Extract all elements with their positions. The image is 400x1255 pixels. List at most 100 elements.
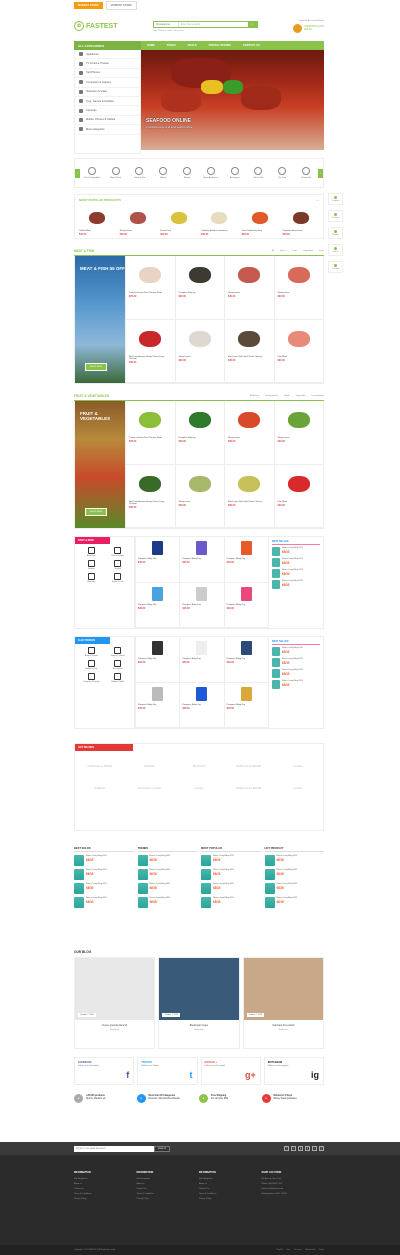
product-card[interactable]: Mal Condintenta Shrimp Three Loop Chicke… (125, 319, 175, 383)
product-card[interactable]: Fish Meat $40.00 (273, 319, 323, 383)
subcategory-tile[interactable]: Mobile & Tablet (105, 673, 132, 683)
footer-link[interactable]: Working Hours: 8:00 - 18:00 (262, 1193, 325, 1195)
subcategory-tile[interactable]: Accessories (105, 660, 132, 670)
product-image[interactable] (138, 639, 177, 657)
product-image[interactable] (160, 207, 197, 229)
product-image[interactable] (179, 404, 222, 436)
product-image[interactable] (201, 897, 211, 908)
blog-image[interactable]: October 7, 2016 (159, 958, 239, 1020)
brand-logo[interactable]: theProvince BAKE (75, 764, 125, 768)
tab-meat[interactable]: Crabs (292, 250, 297, 252)
social-box[interactable]: TWITTER Follow us on Twitter t (137, 1057, 198, 1085)
category-tile[interactable]: Gift & Gifts (247, 167, 271, 179)
meat-shop-now-button[interactable]: SHOP NOW (85, 363, 108, 371)
search-input[interactable]: Enter the keyword (179, 22, 248, 27)
product-image[interactable] (227, 539, 266, 557)
social-link-icon[interactable]: p (305, 1146, 310, 1151)
blog-post-title[interactable]: Donec gravida placerat (75, 1024, 154, 1027)
product-name[interactable]: Pampers Baby Dry (227, 604, 266, 606)
product-name[interactable]: Pampers Baby Dry (138, 604, 177, 606)
brand-logo[interactable]: envato (273, 764, 323, 768)
product-image[interactable] (264, 869, 275, 880)
brand-logo[interactable]: theProvince BAKE (224, 786, 274, 790)
product-name[interactable]: Pumpkin Baby fry (179, 292, 222, 294)
search-icon[interactable]: ⌕ (247, 21, 257, 27)
footer-link[interactable]: Terms & Conditions (74, 1193, 137, 1195)
product-image[interactable] (137, 855, 148, 866)
product-name[interactable]: Grilled Meat (79, 230, 116, 232)
product-image[interactable] (129, 404, 172, 436)
product-image[interactable] (120, 207, 157, 229)
blog-read-more[interactable]: Read more (75, 1029, 154, 1031)
category-tile[interactable]: Drinks & Tea (128, 167, 152, 179)
best-seller-item[interactable]: Fleece Crazy Bling 2013 ★★★★☆ $40.00 (272, 569, 320, 578)
social-link-icon[interactable]: i (312, 1146, 317, 1151)
subcategory-tile[interactable]: Audio & Sound (78, 647, 105, 657)
product-card[interactable]: Turkey chicken Fish Pierone Ram $70.00 (125, 401, 175, 465)
product-card[interactable]: Pumpkin Baby fry $40.00 (174, 401, 224, 465)
hero-banner[interactable]: SEAFOOD ONLINE a complete range of all f… (141, 50, 324, 154)
blog-post[interactable]: October 7, 2016 Vulputate frus pelletit Re… (242, 957, 324, 1049)
footer-link[interactable]: 6th Avenue, New York (262, 1178, 325, 1180)
tab-meat[interactable]: All (272, 250, 274, 252)
nav-special-offers[interactable]: SPECIAL OFFERS (202, 44, 236, 47)
product-name[interactable]: Mal Condintenta Shrimp Three Loop Chicke… (129, 356, 172, 360)
nav-contact[interactable]: CONTACT US (237, 44, 266, 47)
nav-pages[interactable]: PAGES (161, 44, 182, 47)
category-tile[interactable]: Beverages (223, 167, 247, 179)
blog-post[interactable]: October 7, 2016 Bleckingar ringue Read mor… (158, 957, 240, 1049)
store-tab-moment[interactable]: MOMENT STORE (105, 1, 137, 10)
product-name[interactable]: Fish Meat (278, 501, 321, 503)
product-card[interactable]: Sheep meat $40.00 (174, 464, 224, 528)
social-icon[interactable]: ig (311, 1070, 319, 1080)
brand-logo[interactable]: theProvince BAKE (224, 764, 274, 768)
side-rail-item[interactable]: Our Store (328, 210, 343, 222)
product-list-item[interactable]: Fleece Crazy Bling 2013 ★★★★☆ $40.00 (74, 883, 134, 894)
category-tile[interactable]: Home Appliances (199, 167, 223, 179)
product-image[interactable] (182, 539, 221, 557)
footer-link[interactable]: Privacy Policy (199, 1198, 262, 1200)
product-name[interactable]: Turkey chicken Fish Pierone Ram (129, 437, 172, 439)
product-list-item[interactable]: Fleece Crazy Bling 2013 ★★★★☆ $40.00 (264, 883, 325, 894)
best-seller-image[interactable] (272, 547, 280, 556)
product-image[interactable] (182, 585, 221, 603)
product-image[interactable] (242, 207, 279, 229)
cart[interactable]: 🛒 SHOPPING CART $00.00 (293, 23, 324, 33)
product-list-item[interactable]: Fleece Crazy Bling 2013 ★★★★☆ $40.00 (137, 855, 198, 866)
tab-meat[interactable]: Vegetables (303, 250, 313, 252)
footer-link[interactable]: About us (74, 1183, 137, 1185)
product-list-item[interactable]: Fleece Crazy Bling 2013 ★★★★☆ $40.00 (74, 869, 134, 880)
product-image[interactable] (228, 468, 271, 500)
blog-post[interactable]: October 7, 2016 Donec gravida placerat Rea… (74, 957, 156, 1049)
product-name[interactable]: Sheep meat (228, 437, 271, 439)
best-seller-item[interactable]: Fleece Crazy Bling 2013 ★★★★☆ $40.00 (272, 558, 320, 567)
social-box[interactable]: FACEBOOK Follow us on Facebook f (74, 1057, 135, 1085)
blog-image[interactable]: October 7, 2016 (75, 958, 155, 1020)
product-card[interactable]: Pampers Baby Dry $40.00 (135, 637, 180, 683)
product-name[interactable]: Sheep meat (228, 292, 271, 294)
blog-read-more[interactable]: Read more (244, 1029, 323, 1031)
product-card[interactable]: Sheep Head $40.00 (120, 207, 157, 236)
product-list-item[interactable]: Fleece Crazy Bling 2013 ★★★★☆ $40.00 (137, 883, 198, 894)
product-name[interactable]: Mal Lurtun Soft Shell Crab Chicken (228, 501, 271, 503)
product-image[interactable] (278, 404, 321, 436)
product-image[interactable] (278, 323, 321, 355)
product-image[interactable] (201, 855, 211, 866)
cart-icon[interactable]: 🛒 (293, 23, 303, 33)
blog-image[interactable]: October 7, 2016 (243, 958, 323, 1020)
footer-link[interactable]: Contact Us (74, 1188, 137, 1190)
product-list-item[interactable]: Fleece Crazy Bling 2013 ★★★★☆ $40.00 (264, 869, 325, 880)
subcategory-tile[interactable]: Baby Toys (78, 547, 105, 557)
store-tab-market[interactable]: MARKET STORE (74, 2, 103, 9)
footer-link[interactable]: About us (199, 1183, 262, 1185)
search-category-select[interactable]: All categories (154, 21, 179, 27)
best-seller-image[interactable] (272, 569, 280, 578)
best-seller-item[interactable]: Fleece Crazy Bling 2013 ★★★★☆ $40.00 (272, 680, 320, 689)
product-image[interactable] (201, 869, 211, 880)
all-categories-button[interactable]: ALL CATEGORIES (74, 41, 141, 50)
product-card[interactable]: Sheep meat $40.00 (273, 256, 323, 320)
sidebar-item[interactable]: Cell Phones (75, 69, 140, 79)
product-list-item[interactable]: Fleece Crazy Bling 2013 ★★★★☆ $40.00 (74, 897, 134, 908)
sidebar-item[interactable]: More categories (75, 125, 140, 135)
product-image[interactable] (227, 639, 266, 657)
